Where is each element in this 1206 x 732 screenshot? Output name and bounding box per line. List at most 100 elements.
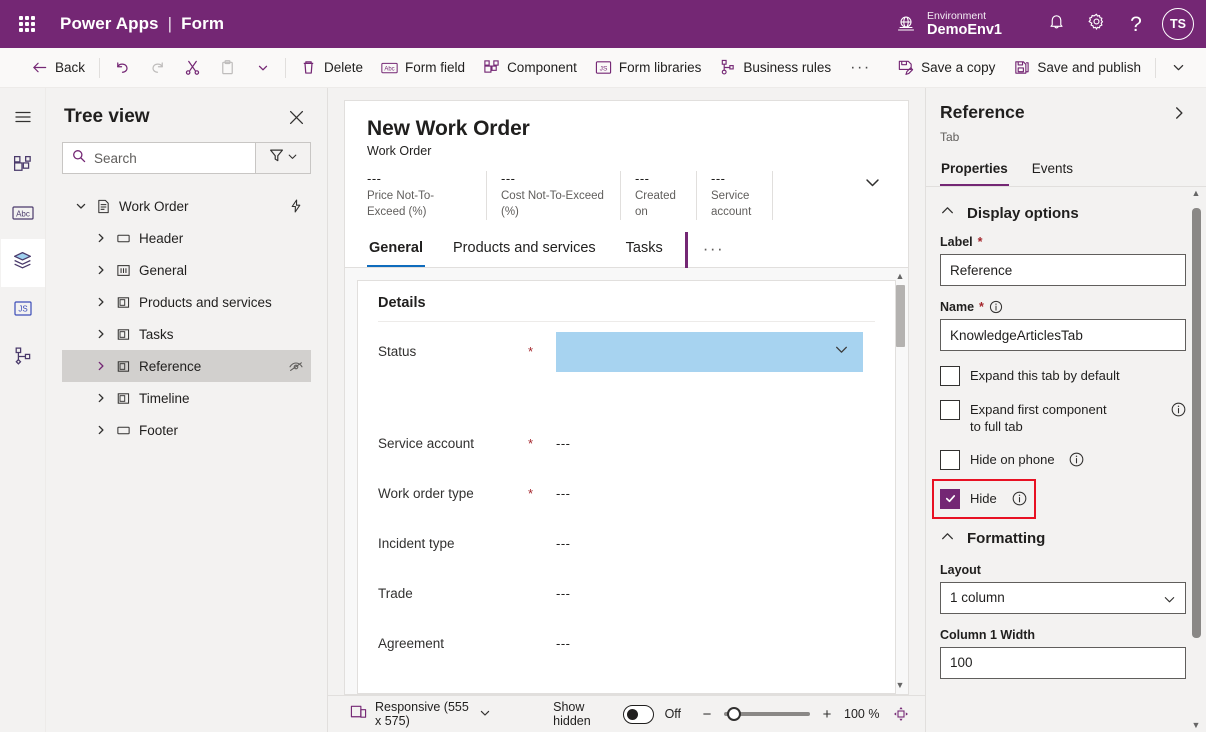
tab-events[interactable]: Events [1031,154,1074,186]
scroll-thumb[interactable] [1191,208,1201,638]
tab-products-and-services[interactable]: Products and services [451,230,598,267]
paste-options-button[interactable] [245,52,280,84]
header-field[interactable]: --- Cost Not-To-Exceed (%) [501,171,621,221]
undo-button[interactable] [105,52,140,84]
chevron-right-icon[interactable] [90,360,112,372]
tree-item-tasks[interactable]: Tasks [62,318,311,350]
notifications-button[interactable] [1036,4,1076,44]
app-launcher-button[interactable] [10,7,44,41]
scroll-up-icon[interactable]: ▲ [1192,187,1201,200]
rail-business-rules-button[interactable] [1,335,45,383]
environment-picker[interactable]: Environment DemoEnv1 [895,10,1002,39]
rail-tree-view-button[interactable] [0,239,45,287]
info-icon[interactable] [989,300,1003,314]
save-a-copy-button[interactable]: Save a copy [888,52,1004,84]
field-value[interactable]: --- [556,536,571,551]
scroll-down-icon[interactable]: ▼ [896,681,905,690]
field-value[interactable]: --- [556,586,571,601]
rail-form-fields-button[interactable]: Abc [1,191,45,239]
rail-components-button[interactable] [1,143,45,191]
zoom-out-button[interactable]: − [699,706,715,723]
column-width-input[interactable] [940,646,1186,679]
paste-button[interactable] [210,52,245,84]
info-icon[interactable] [1171,399,1186,417]
settings-button[interactable] [1076,4,1116,44]
back-button[interactable]: Back [22,52,94,84]
checkbox-box[interactable] [940,400,960,420]
name-input[interactable] [940,319,1186,351]
checkbox-box[interactable] [940,366,960,386]
checkbox-expand-first-component[interactable]: Expand first component to full tab [940,399,1186,436]
header-field[interactable]: --- Service account [711,171,773,221]
checkbox-hide[interactable]: Hide [932,478,1186,519]
tree-item-reference[interactable]: Reference [62,350,311,382]
close-icon[interactable] [283,104,309,130]
properties-scrollbar[interactable]: ▲ ▼ [1190,187,1202,732]
scroll-down-icon[interactable]: ▼ [1192,719,1201,732]
save-options-button[interactable] [1161,52,1196,84]
save-and-publish-button[interactable]: Save and publish [1004,52,1150,84]
scroll-track[interactable] [895,285,905,677]
formatting-section-header[interactable]: Formatting [940,529,1186,549]
zoom-slider[interactable] [724,707,811,721]
fit-to-screen-icon[interactable] [893,706,909,722]
header-expand-button[interactable] [858,171,886,199]
layout-select[interactable] [940,581,1186,614]
chevron-right-icon[interactable] [90,232,112,244]
filter-button[interactable] [255,142,311,174]
scroll-thumb[interactable] [895,285,905,348]
tab-tasks[interactable]: Tasks [624,230,665,267]
tree-item-products-and-services[interactable]: Products and services [62,286,311,318]
tree-item-general[interactable]: General [62,254,311,286]
checkbox-box[interactable] [940,488,960,509]
chevron-right-icon[interactable] [90,328,112,340]
form-libraries-button[interactable]: JS Form libraries [586,52,711,84]
checkbox-expand-tab-by-default[interactable]: Expand this tab by default [940,365,1186,386]
business-rules-button[interactable]: Business rules [710,52,840,84]
chevron-right-icon[interactable] [90,296,112,308]
component-button[interactable]: Component [474,52,586,84]
zoom-slider-knob[interactable] [727,707,742,721]
header-field[interactable]: --- Created on [635,171,697,221]
tree-item-header[interactable]: Header [62,222,311,254]
scroll-track[interactable] [1191,202,1201,717]
chevron-right-icon[interactable] [90,264,112,276]
tab-properties[interactable]: Properties [940,154,1009,186]
tab-overflow-button[interactable]: ··· [701,231,726,267]
show-hidden-toggle[interactable] [622,704,654,724]
redo-button[interactable] [140,52,175,84]
delete-button[interactable]: Delete [291,52,372,84]
scroll-up-icon[interactable]: ▲ [896,272,905,281]
rail-menu-button[interactable] [1,95,45,143]
info-icon[interactable] [1069,449,1084,467]
tab-general[interactable]: General [367,230,425,268]
checkbox-box[interactable] [940,449,960,470]
search-input[interactable] [94,150,246,166]
chevron-right-icon[interactable] [1168,102,1190,124]
chevron-right-icon[interactable] [90,424,112,436]
chevron-down-icon[interactable] [70,200,92,212]
help-button[interactable]: ? [1116,4,1156,44]
field-value[interactable]: --- [556,436,571,451]
cut-button[interactable] [175,52,210,84]
checkbox-hide-on-phone[interactable]: Hide on phone [940,449,1186,470]
device-selector[interactable]: Responsive (555 x 575) [344,700,497,728]
field-value[interactable]: --- [556,486,571,501]
search-box[interactable] [62,142,255,174]
tree-item-work-order[interactable]: Work Order [62,190,311,222]
zoom-in-button[interactable]: + [819,706,835,723]
canvas-scrollbar[interactable]: ▲ ▼ [894,272,906,690]
rail-form-libraries-button[interactable]: JS [1,287,45,335]
tree-item-timeline[interactable]: Timeline [62,382,311,414]
display-options-section-header[interactable]: Display options [940,203,1186,223]
command-overflow-button[interactable]: ··· [840,52,880,84]
flow-icon[interactable] [285,199,307,213]
chevron-right-icon[interactable] [90,392,112,404]
info-icon[interactable] [1012,488,1027,506]
form-field-button[interactable]: Abc Form field [372,52,474,84]
tree-item-footer[interactable]: Footer [62,414,311,446]
header-field[interactable]: --- Price Not-To-Exceed (%) [367,171,487,221]
field-value[interactable]: --- [556,636,571,651]
label-input[interactable] [940,254,1186,286]
avatar[interactable]: TS [1162,8,1194,40]
